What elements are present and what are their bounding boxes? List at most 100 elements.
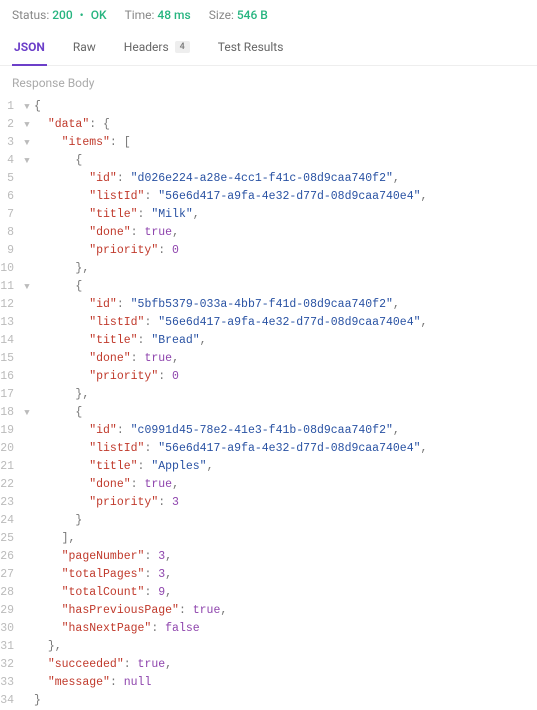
status-dot-icon: •	[80, 8, 84, 22]
response-tabs: JSON Raw Headers 4 Test Results	[0, 32, 537, 66]
status-text: OK	[91, 8, 107, 22]
fold-toggle-icon	[20, 260, 34, 278]
status-code: 200	[52, 8, 72, 22]
code-line: 10 },	[0, 260, 537, 278]
code-line: 28 "totalCount": 9,	[0, 584, 537, 602]
tab-test-results-label: Test Results	[218, 40, 284, 54]
time-stat: Time: 48 ms	[125, 8, 191, 22]
fold-toggle-icon	[20, 332, 34, 350]
fold-toggle-icon	[20, 224, 34, 242]
code-content: "done": true,	[34, 350, 537, 368]
time-value: 48 ms	[157, 8, 190, 22]
code-line: 21 "title": "Apples",	[0, 458, 537, 476]
line-number: 27	[0, 566, 20, 584]
tab-test-results[interactable]: Test Results	[216, 32, 286, 66]
code-line: 26 "pageNumber": 3,	[0, 548, 537, 566]
fold-toggle-icon	[20, 422, 34, 440]
code-line: 15 "done": true,	[0, 350, 537, 368]
code-content: "title": "Milk",	[34, 206, 537, 224]
line-number: 10	[0, 260, 20, 278]
fold-toggle-icon[interactable]: ▼	[20, 404, 34, 422]
json-viewer[interactable]: 1▼{2▼ "data": {3▼ "items": [4▼ {5 "id": …	[0, 98, 537, 710]
fold-toggle-icon	[20, 188, 34, 206]
line-number: 15	[0, 350, 20, 368]
fold-toggle-icon[interactable]: ▼	[20, 152, 34, 170]
code-content: {	[34, 404, 537, 422]
line-number: 9	[0, 242, 20, 260]
fold-toggle-icon[interactable]: ▼	[20, 278, 34, 296]
line-number: 16	[0, 368, 20, 386]
code-content: "message": null	[34, 674, 537, 692]
fold-toggle-icon	[20, 530, 34, 548]
fold-toggle-icon	[20, 584, 34, 602]
fold-toggle-icon	[20, 386, 34, 404]
code-line: 4▼ {	[0, 152, 537, 170]
code-line: 31 },	[0, 638, 537, 656]
line-number: 6	[0, 188, 20, 206]
code-content: {	[34, 152, 537, 170]
tab-raw-label: Raw	[73, 40, 96, 54]
code-content: "hasNextPage": false	[34, 620, 537, 638]
code-line: 29 "hasPreviousPage": true,	[0, 602, 537, 620]
code-line: 6 "listId": "56e6d417-a9fa-4e32-d77d-08d…	[0, 188, 537, 206]
fold-toggle-icon	[20, 476, 34, 494]
line-number: 24	[0, 512, 20, 530]
code-line: 9 "priority": 0	[0, 242, 537, 260]
code-line: 25 ],	[0, 530, 537, 548]
line-number: 19	[0, 422, 20, 440]
fold-toggle-icon[interactable]: ▼	[20, 134, 34, 152]
line-number: 8	[0, 224, 20, 242]
fold-toggle-icon	[20, 494, 34, 512]
line-number: 30	[0, 620, 20, 638]
code-content: "hasPreviousPage": true,	[34, 602, 537, 620]
line-number: 7	[0, 206, 20, 224]
line-number: 33	[0, 674, 20, 692]
code-content: "pageNumber": 3,	[34, 548, 537, 566]
code-line: 33 "message": null	[0, 674, 537, 692]
fold-toggle-icon	[20, 512, 34, 530]
line-number: 29	[0, 602, 20, 620]
code-content: "priority": 0	[34, 368, 537, 386]
code-content: "id": "d026e224-a28e-4cc1-f41c-08d9caa74…	[34, 170, 537, 188]
line-number: 13	[0, 314, 20, 332]
line-number: 31	[0, 638, 20, 656]
code-line: 23 "priority": 3	[0, 494, 537, 512]
code-line: 12 "id": "5bfb5379-033a-4bb7-f41d-08d9ca…	[0, 296, 537, 314]
code-line: 5 "id": "d026e224-a28e-4cc1-f41c-08d9caa…	[0, 170, 537, 188]
fold-toggle-icon	[20, 656, 34, 674]
code-line: 11▼ {	[0, 278, 537, 296]
code-line: 22 "done": true,	[0, 476, 537, 494]
tab-json[interactable]: JSON	[12, 32, 47, 66]
code-line: 7 "title": "Milk",	[0, 206, 537, 224]
response-stats-bar: Status: 200 • OK Time: 48 ms Size: 546 B	[0, 0, 537, 32]
code-line: 3▼ "items": [	[0, 134, 537, 152]
code-line: 1▼{	[0, 98, 537, 116]
size-value: 546 B	[237, 8, 268, 22]
line-number: 26	[0, 548, 20, 566]
fold-toggle-icon[interactable]: ▼	[20, 116, 34, 134]
code-content: "done": true,	[34, 476, 537, 494]
fold-toggle-icon	[20, 368, 34, 386]
code-line: 2▼ "data": {	[0, 116, 537, 134]
line-number: 22	[0, 476, 20, 494]
code-content: {	[34, 278, 537, 296]
code-content: "title": "Bread",	[34, 332, 537, 350]
code-content: "done": true,	[34, 224, 537, 242]
code-content: "succeeded": true,	[34, 656, 537, 674]
code-content: {	[34, 98, 537, 116]
line-number: 20	[0, 440, 20, 458]
code-line: 18▼ {	[0, 404, 537, 422]
code-content: "totalPages": 3,	[34, 566, 537, 584]
code-content: "id": "c0991d45-78e2-41e3-f41b-08d9caa74…	[34, 422, 537, 440]
fold-toggle-icon[interactable]: ▼	[20, 98, 34, 116]
code-content: "items": [	[34, 134, 537, 152]
tab-headers[interactable]: Headers 4	[122, 32, 192, 66]
fold-toggle-icon	[20, 674, 34, 692]
fold-toggle-icon	[20, 440, 34, 458]
status-label: Status:	[12, 8, 49, 22]
tab-raw[interactable]: Raw	[71, 32, 98, 66]
code-line: 14 "title": "Bread",	[0, 332, 537, 350]
fold-toggle-icon	[20, 170, 34, 188]
code-line: 27 "totalPages": 3,	[0, 566, 537, 584]
line-number: 2	[0, 116, 20, 134]
